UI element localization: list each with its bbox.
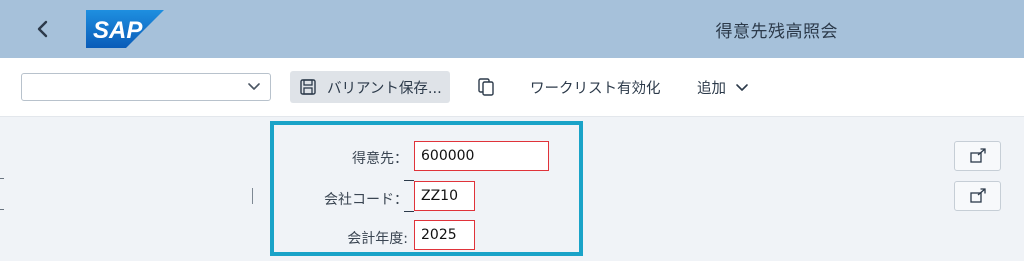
chevron-left-icon [37, 20, 48, 38]
add-menu-label: 追加 [697, 81, 726, 97]
chevron-down-icon [248, 83, 260, 90]
save-variant-button[interactable]: バリアント保存... [290, 71, 450, 103]
customer-label: 得意先： [352, 151, 408, 167]
cursor-bracket [404, 211, 414, 212]
page-title: 得意先残高照会 [715, 22, 838, 42]
selection-screen: 得意先： 600000 会社コード： ZZ10 会計年度: 2025 [0, 117, 1024, 261]
chevron-down-icon [736, 83, 748, 91]
copy-icon [478, 78, 494, 96]
fiscal-year-label: 会計年度: [347, 231, 408, 247]
add-menu-button[interactable]: 追加 [697, 77, 750, 98]
svg-text:SAP: SAP [93, 17, 143, 44]
activate-worklist-button[interactable]: ワークリスト有効化 [530, 77, 661, 98]
multiple-selection-button-company-code[interactable] [954, 181, 1001, 211]
left-edge-marker [0, 178, 4, 179]
app-window: SAP 得意先残高照会 バリアント保存... ワークリスト有効化 追加 得意先：… [0, 0, 1024, 261]
back-button[interactable] [28, 14, 58, 44]
customer-field[interactable]: 600000 [414, 141, 549, 171]
sap-logo: SAP [86, 10, 164, 48]
multiple-selection-button-customer[interactable] [954, 141, 1001, 171]
copy-button[interactable] [473, 73, 499, 101]
cursor-bracket [404, 180, 414, 181]
toolbar: バリアント保存... ワークリスト有効化 追加 [0, 58, 1024, 117]
save-icon [300, 79, 316, 95]
fiscal-year-field[interactable]: 2025 [414, 220, 475, 250]
save-variant-label: バリアント保存... [327, 80, 442, 97]
company-code-field[interactable]: ZZ10 [414, 181, 475, 211]
splitter-handle[interactable] [252, 188, 253, 204]
variant-select[interactable] [21, 73, 271, 101]
open-external-icon [969, 148, 986, 163]
left-edge-marker [0, 209, 4, 210]
company-code-label: 会社コード： [324, 192, 408, 208]
open-external-icon [969, 188, 986, 203]
shell-bar: SAP 得意先残高照会 [0, 0, 1024, 58]
